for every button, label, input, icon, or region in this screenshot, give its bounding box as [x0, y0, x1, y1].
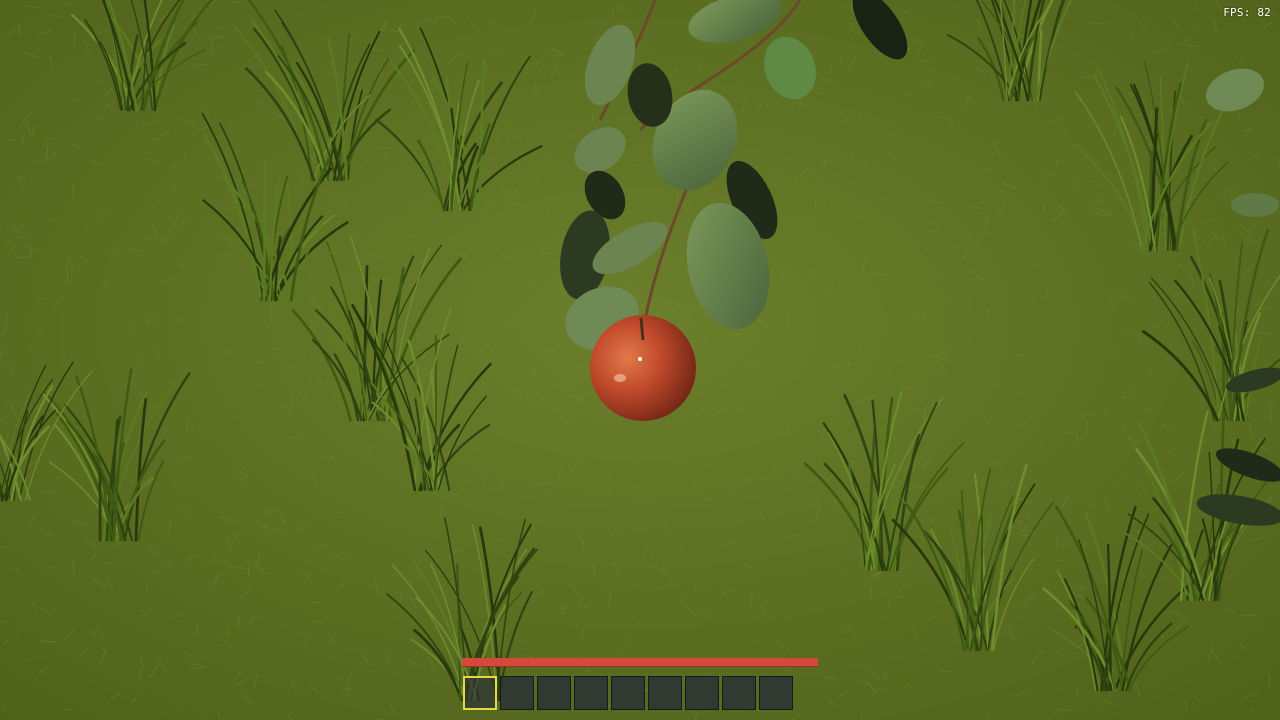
health-bar-fill	[462, 658, 818, 667]
health-bar	[462, 658, 818, 667]
fps-counter: FPS: 82	[1223, 6, 1271, 19]
hotbar-slot-2[interactable]	[500, 676, 534, 710]
hotbar-slot-4[interactable]	[574, 676, 608, 710]
hotbar-slot-3[interactable]	[537, 676, 571, 710]
hotbar-slot-6[interactable]	[648, 676, 682, 710]
hotbar-slot-8[interactable]	[722, 676, 756, 710]
hotbar-slot-9[interactable]	[759, 676, 793, 710]
leaf	[1231, 193, 1279, 217]
hotbar	[463, 676, 793, 710]
hotbar-slot-7[interactable]	[685, 676, 719, 710]
game-viewport[interactable]: FPS: 82	[0, 0, 1280, 720]
apple[interactable]	[590, 315, 696, 421]
crosshair	[638, 357, 642, 361]
hotbar-slot-1[interactable]	[463, 676, 497, 710]
hotbar-slot-5[interactable]	[611, 676, 645, 710]
